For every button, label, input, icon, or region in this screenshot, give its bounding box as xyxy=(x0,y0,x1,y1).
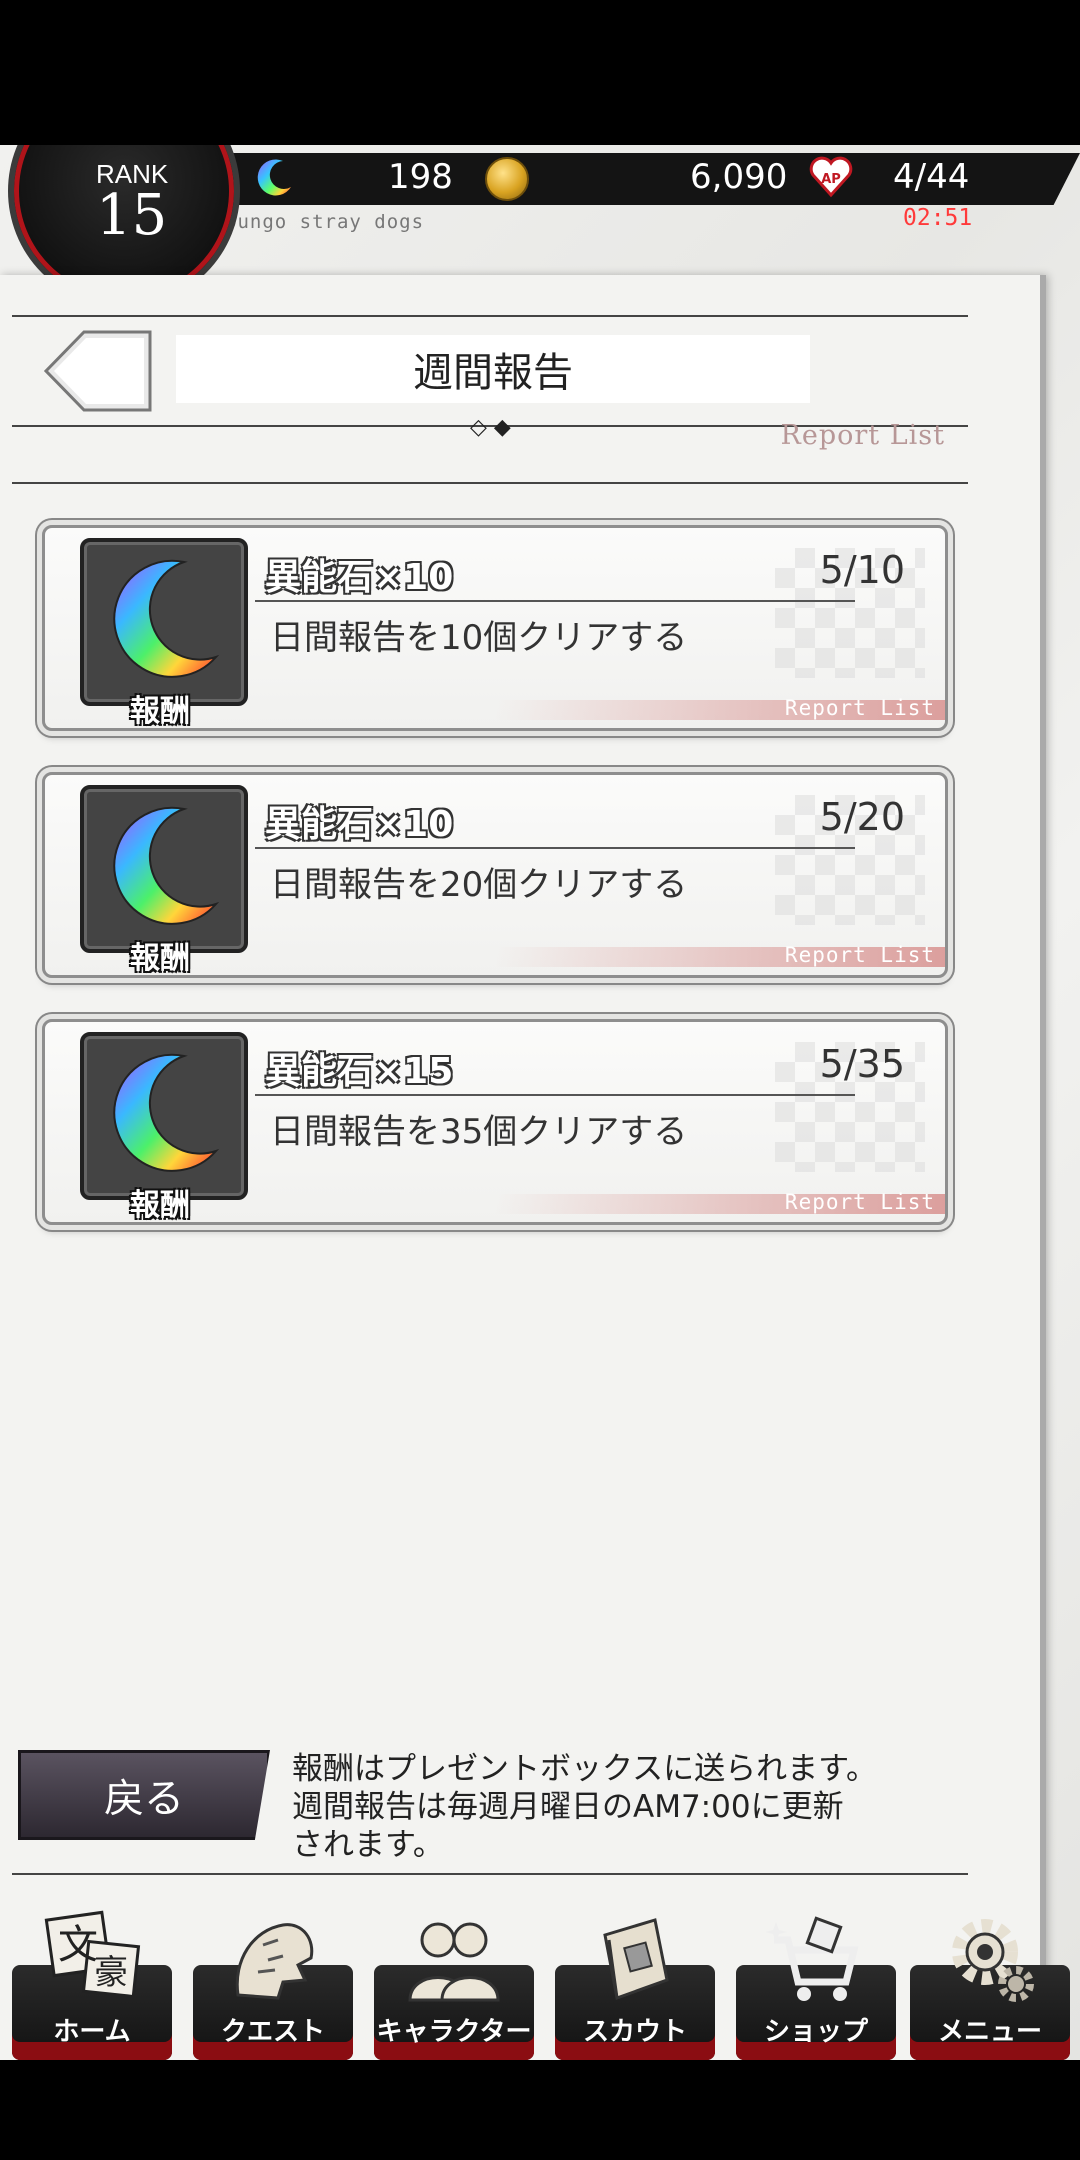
nav-quest-label: クエスト xyxy=(220,2017,325,2047)
ability-stone-icon xyxy=(257,159,291,196)
divider xyxy=(12,315,968,317)
bottom-nav: 文 豪 ホーム クエスト キャラクター スカウト ショップ メニュー xyxy=(0,1910,1080,2060)
back-button[interactable]: 戻る xyxy=(18,1750,270,1840)
notice-line: 週間報告は毎週月曜日のAM7:00に更新 xyxy=(292,1789,844,1825)
divider xyxy=(12,1873,968,1875)
reward-name: 異能石×10 xyxy=(265,804,454,845)
game-subtitle: bungo stray dogs xyxy=(225,211,425,233)
mission-progress: 5/35 xyxy=(819,1042,905,1086)
coin-count: 6,090 xyxy=(690,157,788,197)
nav-character-label: キャラクター xyxy=(376,2017,532,2047)
shopping-cart-icon xyxy=(766,1916,859,2001)
reward-name: 異能石×10 xyxy=(265,557,454,598)
mission-description: 日間報告を20個クリアする xyxy=(270,865,688,905)
ability-stone-icon xyxy=(113,1053,220,1172)
nav-menu-label: メニュー xyxy=(937,2017,1042,2047)
nav-home-label: ホーム xyxy=(53,2017,131,2047)
ap-timer: 02:51 xyxy=(903,205,973,231)
nav-character[interactable]: キャラクター xyxy=(374,1910,534,2060)
tiger-icon xyxy=(235,1923,314,2000)
ability-stone-icon xyxy=(113,806,220,925)
mission-card[interactable]: 報酬 異能石×10 5/20 日間報告を20個クリアする Report List xyxy=(42,772,948,978)
notice-text: 報酬はプレゼントボックスに送られます。 週間報告は毎週月曜日のAM7:00に更新… xyxy=(292,1750,992,1864)
card-report-list: Report List xyxy=(784,696,935,720)
ability-stone-icon xyxy=(113,559,220,678)
nav-menu[interactable]: メニュー xyxy=(910,1910,1070,2060)
back-arrow-icon[interactable] xyxy=(44,330,152,412)
status-bar: 198 6,090 AP 4/44 02:51 bungo stray dogs… xyxy=(0,145,1080,307)
mission-card[interactable]: 報酬 異能石×15 5/35 日間報告を35個クリアする Report List xyxy=(42,1019,948,1225)
mission-card[interactable]: 報酬 異能石×10 5/10 日間報告を10個クリアする Report List xyxy=(42,525,948,731)
reward-icon-frame xyxy=(80,1032,248,1200)
report-list-label: Report List xyxy=(780,420,945,451)
book-icon xyxy=(603,1918,669,2001)
card-report-list: Report List xyxy=(784,1190,935,1214)
ap-count: 4/44 xyxy=(893,157,970,197)
divider xyxy=(12,482,968,484)
mission-progress: 5/20 xyxy=(819,795,905,839)
mission-description: 日間報告を10個クリアする xyxy=(270,618,688,658)
nav-quest[interactable]: クエスト xyxy=(193,1910,353,2060)
coin-icon xyxy=(485,157,529,201)
gear-icon xyxy=(952,1919,1034,2002)
home-logo-icon: 文 豪 xyxy=(44,1910,141,1999)
rank-value: 15 xyxy=(96,183,168,248)
card-divider xyxy=(255,1094,855,1096)
reward-tag: 報酬 xyxy=(130,941,190,976)
mission-description: 日間報告を35個クリアする xyxy=(270,1112,688,1152)
home-logo-char: 豪 xyxy=(94,1953,128,1993)
nav-scout-label: スカウト xyxy=(582,2017,687,2047)
notice-line: 報酬はプレゼントボックスに送られます。 xyxy=(292,1751,877,1787)
reward-name: 異能石×15 xyxy=(265,1051,454,1092)
reward-tag: 報酬 xyxy=(130,694,190,729)
ap-heart-icon: AP xyxy=(809,156,853,198)
card-report-list: Report List xyxy=(784,943,935,967)
mission-progress: 5/10 xyxy=(819,548,905,592)
nav-home[interactable]: 文 豪 ホーム xyxy=(12,1910,172,2060)
page-title: 週間報告 xyxy=(176,335,810,403)
gem-count: 198 xyxy=(388,157,453,197)
reward-tag: 報酬 xyxy=(130,1188,190,1223)
home-logo-char: 文 xyxy=(58,1922,98,1968)
reward-icon-frame xyxy=(80,785,248,953)
nav-shop[interactable]: ショップ xyxy=(736,1910,896,2060)
nav-scout[interactable]: スカウト xyxy=(555,1910,715,2060)
page-indicator: ◇ ◆ xyxy=(470,415,511,440)
app-screen: 198 6,090 AP 4/44 02:51 bungo stray dogs… xyxy=(0,145,1080,2060)
reward-icon-frame xyxy=(80,538,248,706)
nav-shop-label: ショップ xyxy=(763,2017,868,2047)
characters-icon xyxy=(408,1922,500,2002)
card-divider xyxy=(255,600,855,602)
ap-badge-text: AP xyxy=(821,172,841,187)
notice-line: されます。 xyxy=(292,1827,444,1863)
card-divider xyxy=(255,847,855,849)
